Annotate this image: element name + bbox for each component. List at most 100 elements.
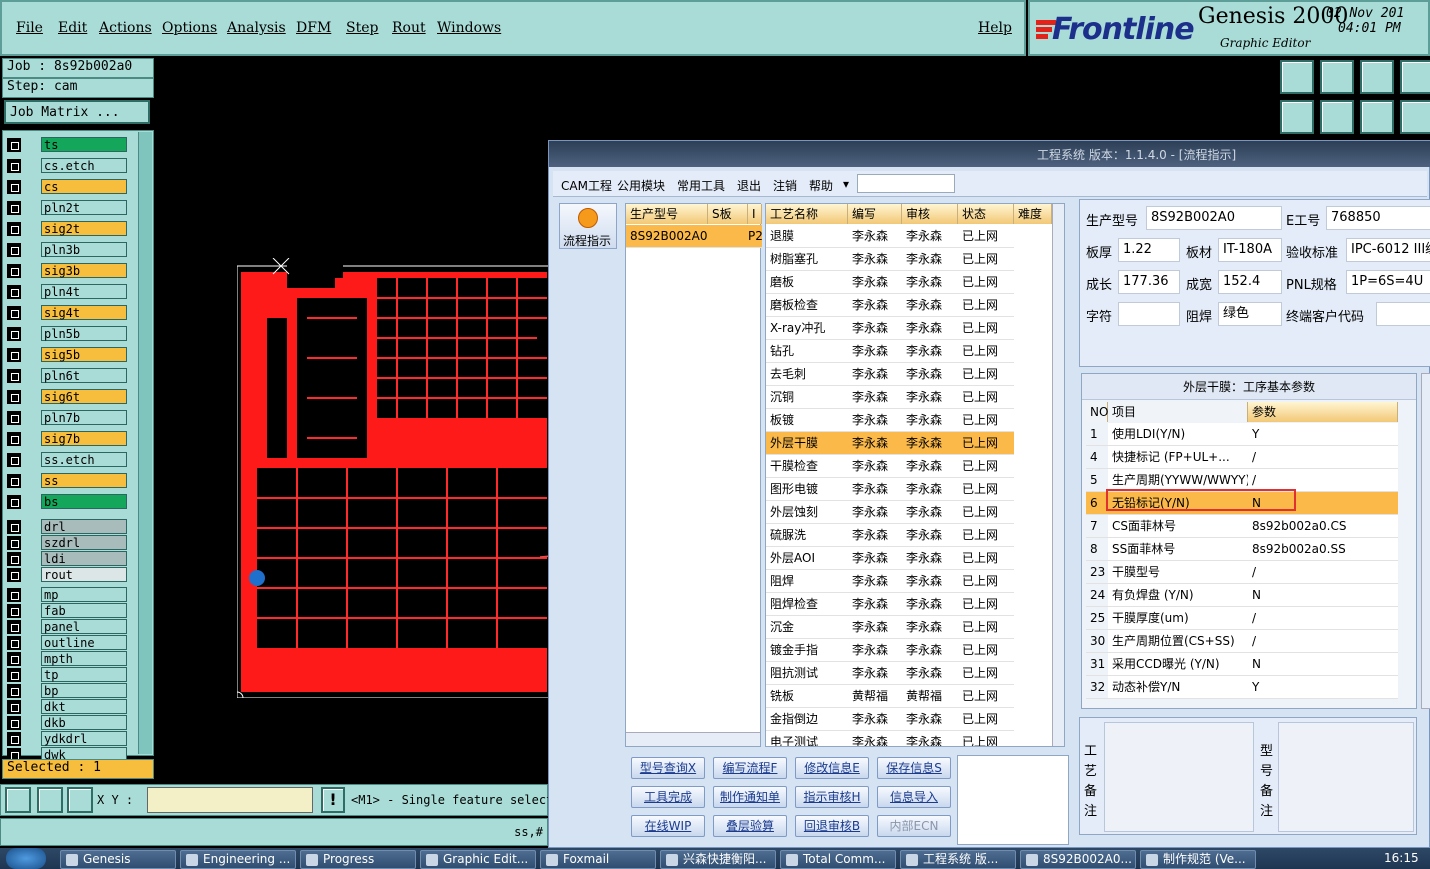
- io-icon[interactable]: [1360, 100, 1394, 134]
- layer-row[interactable]: fab: [7, 603, 127, 618]
- process-cell[interactable]: 图形电镀: [766, 478, 848, 501]
- taskbar-item[interactable]: Engineering ...: [180, 850, 296, 869]
- layer-row[interactable]: pln4t: [7, 284, 127, 299]
- layer-checkbox[interactable]: [7, 327, 21, 341]
- process-cell[interactable]: 树脂塞孔: [766, 248, 848, 271]
- layer-row[interactable]: sig6t: [7, 389, 127, 404]
- length-field[interactable]: 177.36: [1118, 270, 1180, 294]
- process-cell[interactable]: 李永森: [902, 409, 958, 432]
- menu-actions[interactable]: Actions: [99, 20, 152, 36]
- action-button[interactable]: 指示审核H: [795, 786, 869, 808]
- layer-checkbox[interactable]: [7, 180, 21, 194]
- layer-checkbox[interactable]: [7, 552, 21, 566]
- model-field[interactable]: 8S92B002A0: [1146, 206, 1282, 230]
- process-cell[interactable]: 李永森: [902, 501, 958, 524]
- layer-row[interactable]: cs.etch: [7, 158, 127, 173]
- menu-dfm[interactable]: DFM: [296, 20, 331, 36]
- layer-row[interactable]: sig2t: [7, 221, 127, 236]
- action-button[interactable]: 内部ECN: [877, 815, 951, 837]
- layer-checkbox[interactable]: [7, 568, 21, 582]
- layer-row[interactable]: sig4t: [7, 305, 127, 320]
- layer-name[interactable]: dkt: [41, 699, 127, 714]
- process-cell[interactable]: 铣板: [766, 685, 848, 708]
- material-field[interactable]: IT-180A: [1218, 238, 1282, 262]
- layer-name[interactable]: bs: [41, 494, 127, 509]
- taskbar-item[interactable]: 工程系统 版...: [900, 850, 1016, 869]
- process-cell[interactable]: 阻焊: [766, 570, 848, 593]
- param-cell[interactable]: 8s92b002a0.CS: [1248, 515, 1398, 538]
- layer-row[interactable]: mpth: [7, 651, 127, 666]
- layer-checkbox[interactable]: [7, 243, 21, 257]
- eno-field[interactable]: 768850: [1326, 206, 1430, 230]
- layer-checkbox[interactable]: [7, 636, 21, 650]
- process-cell[interactable]: 磨板: [766, 271, 848, 294]
- taskbar-item[interactable]: Foxmail: [540, 850, 656, 869]
- process-cell[interactable]: 李永森: [902, 225, 958, 248]
- menu-logout[interactable]: 注销: [773, 177, 797, 194]
- layer-checkbox[interactable]: [7, 668, 21, 682]
- layer-row[interactable]: pln3b: [7, 242, 127, 257]
- layer-checkbox[interactable]: [7, 138, 21, 152]
- action-button[interactable]: 编写流程F: [713, 757, 787, 779]
- process-remark-input[interactable]: [1104, 722, 1254, 832]
- taskbar-item[interactable]: Progress: [300, 850, 416, 869]
- taskbar-item[interactable]: Total Comm...: [780, 850, 896, 869]
- layer-name[interactable]: mp: [41, 587, 127, 602]
- process-cell[interactable]: 李永森: [902, 524, 958, 547]
- process-cell[interactable]: 李永森: [848, 593, 902, 616]
- action-button[interactable]: 回退审核B: [795, 815, 869, 837]
- layer-name[interactable]: cs.etch: [41, 158, 127, 173]
- process-cell[interactable]: 已上网: [958, 616, 1014, 639]
- layer-checkbox[interactable]: [7, 732, 21, 746]
- download-icon[interactable]: [1320, 60, 1354, 94]
- process-cell[interactable]: 李永森: [848, 317, 902, 340]
- process-cell[interactable]: 退膜: [766, 225, 848, 248]
- process-cell[interactable]: 李永森: [848, 386, 902, 409]
- process-cell[interactable]: 外层蚀刻: [766, 501, 848, 524]
- process-cell[interactable]: 已上网: [958, 409, 1014, 432]
- layer-checkbox[interactable]: [7, 411, 21, 425]
- layer-name[interactable]: pln3b: [41, 242, 127, 257]
- process-cell[interactable]: 李永森: [902, 593, 958, 616]
- layer-row[interactable]: pln2t: [7, 200, 127, 215]
- xy-input[interactable]: [147, 787, 313, 813]
- process-cell[interactable]: 电子测试: [766, 731, 848, 746]
- process-cell[interactable]: 钻孔: [766, 340, 848, 363]
- layer-row[interactable]: cs: [7, 179, 127, 194]
- chevron-down-icon[interactable]: ▾: [843, 177, 849, 191]
- layer-name[interactable]: sig6t: [41, 389, 127, 404]
- layer-checkbox[interactable]: [7, 588, 21, 602]
- layer-checkbox[interactable]: [7, 700, 21, 714]
- layer-row[interactable]: sig7b: [7, 431, 127, 446]
- layer-checkbox[interactable]: [7, 684, 21, 698]
- layer-checkbox[interactable]: [7, 222, 21, 236]
- menu-analysis[interactable]: Analysis: [227, 20, 286, 36]
- menu-exit[interactable]: 退出: [737, 177, 761, 194]
- layer-row[interactable]: ldi: [7, 551, 127, 566]
- process-cell[interactable]: 磨板检查: [766, 294, 848, 317]
- layer-name[interactable]: drl: [41, 519, 127, 534]
- process-cell[interactable]: 已上网: [958, 363, 1014, 386]
- grid-icon[interactable]: [67, 787, 93, 813]
- process-cell[interactable]: 外层干膜: [766, 432, 848, 455]
- taskbar-item[interactable]: Genesis: [60, 850, 176, 869]
- param-cell[interactable]: Y: [1248, 676, 1398, 699]
- action-button[interactable]: 制作通知单: [713, 786, 787, 808]
- process-cell[interactable]: 李永森: [848, 616, 902, 639]
- process-cell[interactable]: 李永森: [848, 455, 902, 478]
- process-cell[interactable]: 沉铜: [766, 386, 848, 409]
- layer-name[interactable]: pln5b: [41, 326, 127, 341]
- layer-row[interactable]: bs: [7, 494, 127, 509]
- layer-name[interactable]: ss: [41, 473, 127, 488]
- process-cell[interactable]: 李永森: [848, 662, 902, 685]
- process-cell[interactable]: 李永森: [902, 639, 958, 662]
- layer-name[interactable]: panel: [41, 619, 127, 634]
- layer-checkbox[interactable]: [7, 620, 21, 634]
- process-cell[interactable]: 李永森: [848, 363, 902, 386]
- action-button[interactable]: 保存信息S: [877, 757, 951, 779]
- process-cell[interactable]: 李永森: [902, 294, 958, 317]
- soldermask-field[interactable]: 绿色: [1218, 302, 1282, 326]
- export-icon[interactable]: [1320, 100, 1354, 134]
- layer-row[interactable]: bp: [7, 683, 127, 698]
- process-cell[interactable]: 李永森: [848, 409, 902, 432]
